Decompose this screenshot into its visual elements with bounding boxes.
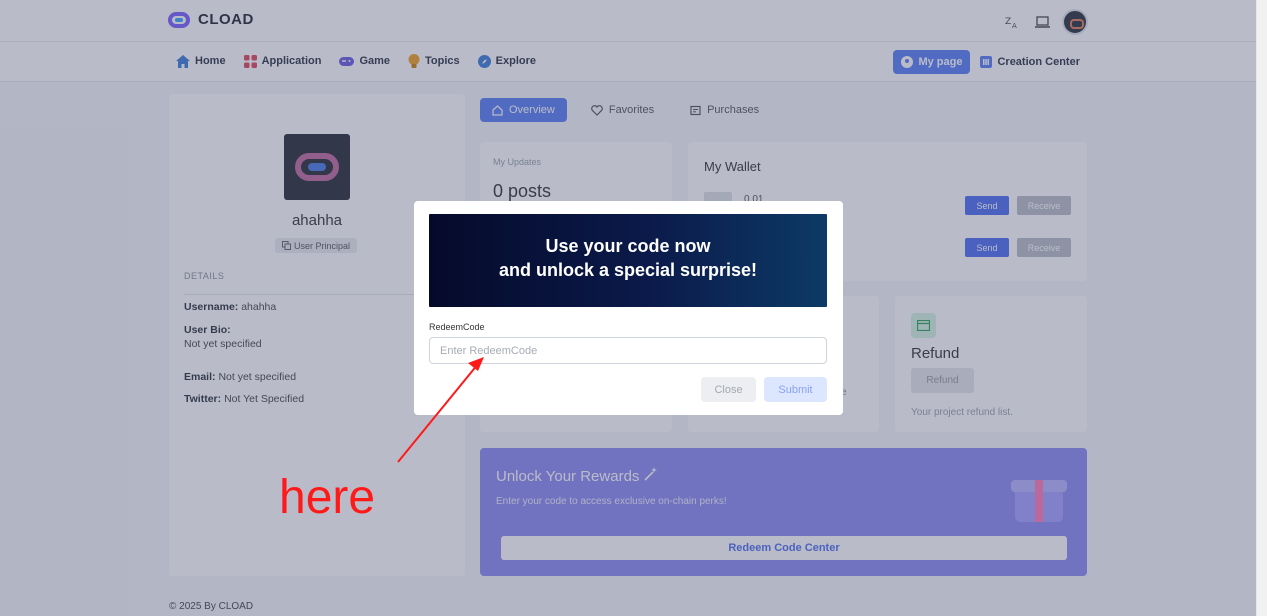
redeem-code-modal: Use your code now and unlock a special s… <box>414 201 843 415</box>
redeem-code-input[interactable] <box>429 337 827 364</box>
submit-button[interactable]: Submit <box>764 377 827 402</box>
banner-line-1: Use your code now <box>545 236 711 256</box>
close-button[interactable]: Close <box>701 377 756 402</box>
page-scrollbar[interactable] <box>1256 0 1267 616</box>
modal-banner: Use your code now and unlock a special s… <box>429 214 827 307</box>
banner-line-2: and unlock a special surprise! <box>498 260 758 280</box>
annotation-text: here <box>279 471 376 524</box>
redeem-code-label: RedeemCode <box>429 322 485 332</box>
